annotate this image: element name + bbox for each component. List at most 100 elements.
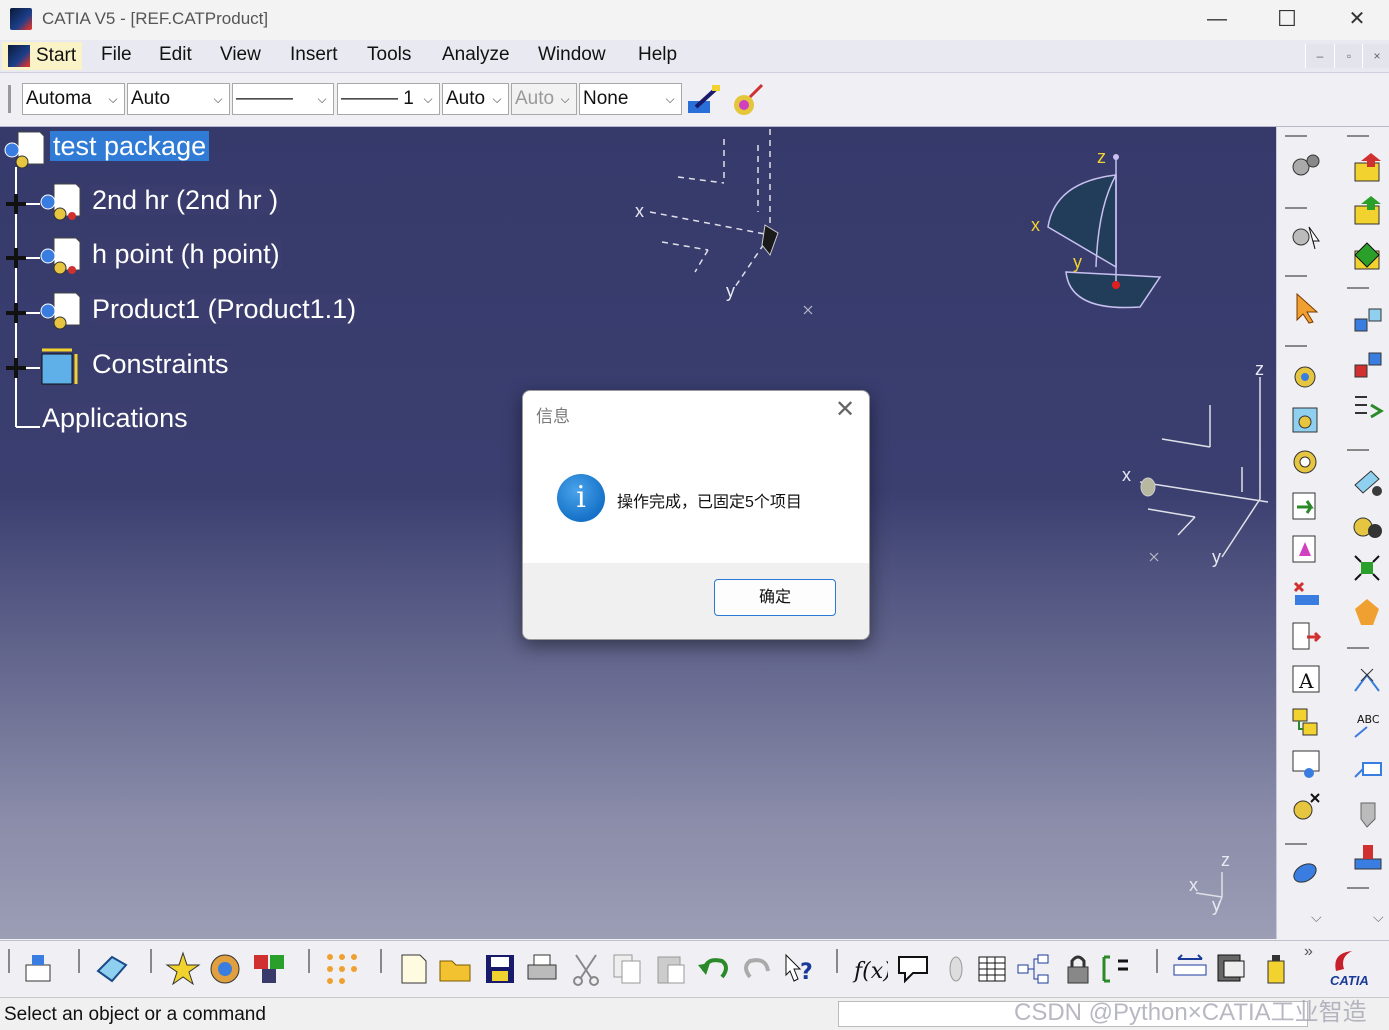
snap-icon[interactable] [1351,391,1385,425]
redo-icon[interactable] [740,951,776,987]
numbering-icon[interactable] [1289,619,1323,653]
menu-help[interactable]: Help [638,44,677,66]
doc-close-button[interactable]: × [1362,44,1389,68]
product-gears-icon[interactable] [1289,359,1323,393]
copy-icon[interactable] [610,951,646,987]
menu-insert[interactable]: Insert [290,44,338,66]
axis-label-y: y [726,281,735,301]
cut-icon[interactable] [568,951,604,987]
dialog-ok-button[interactable]: 确定 [714,579,836,616]
knowledge-advisor-icon[interactable] [895,951,931,987]
fix-component-icon[interactable] [1351,552,1385,586]
axis-label-x: x [1122,465,1131,485]
insert-product-icon[interactable] [1351,194,1385,228]
line-weight-combo[interactable]: ——— 1 ⌵ [337,83,440,115]
compass-gizmo [1047,154,1162,309]
svg-text:A: A [1298,669,1314,693]
measure-between-icon[interactable] [1172,951,1208,987]
color-cubes-icon[interactable] [252,951,288,987]
window-title: CATIA V5 - [REF.CATProduct] [42,9,269,28]
contact-constraint-icon[interactable] [1351,595,1385,629]
existing-component-icon[interactable] [1289,489,1323,523]
save-icon[interactable] [482,951,518,987]
select-arrow-icon[interactable] [1291,290,1325,324]
axis-label-y: y [1212,895,1221,915]
transparency-combo[interactable]: Auto ⌵ [127,83,230,115]
point-type-combo[interactable]: Auto ⌵ [442,83,509,115]
help-whats-this-icon[interactable]: ? [782,951,818,987]
undo-icon[interactable] [696,951,732,987]
lock-icon[interactable] [1060,951,1096,987]
generate-numbering-icon[interactable] [1289,790,1323,824]
maximize-button[interactable]: ☐ [1252,0,1322,40]
minimize-button[interactable]: — [1182,0,1252,40]
measure-item-icon[interactable] [1214,951,1250,987]
layer-combo[interactable]: None ⌵ [579,83,682,115]
render-sphere-icon[interactable] [207,951,243,987]
toolbar-grip[interactable] [8,85,11,113]
color-combo[interactable]: Automa ⌵ [22,83,125,115]
bolt-icon[interactable] [1351,797,1385,831]
open-folder-icon[interactable] [438,951,474,987]
workbench-icon[interactable] [22,951,58,987]
menu-file[interactable]: File [101,44,132,66]
toolbar-more-icon[interactable]: » [1304,943,1313,961]
menu-analyze[interactable]: Analyze [442,44,510,66]
paste-icon[interactable] [654,951,690,987]
measure-inertia-icon[interactable] [1258,951,1294,987]
star-product-icon[interactable] [165,951,201,987]
angle-constraint-icon[interactable] [1351,665,1385,699]
menu-edit[interactable]: Edit [159,44,192,66]
clash-icon[interactable] [1289,855,1323,889]
dialog-close-button[interactable]: ✕ [833,397,857,423]
svg-text:ABC: ABC [1357,713,1380,726]
doc-minimize-button[interactable]: – [1305,44,1334,68]
light-icon[interactable] [938,951,974,987]
reaction-icon[interactable] [1100,951,1136,987]
tree-structure-icon[interactable] [1016,951,1052,987]
axis-system-2 [1139,377,1269,558]
grid-pattern-icon[interactable] [324,951,360,987]
formula-icon[interactable]: f(x) [852,951,888,987]
close-button[interactable]: ✕ [1322,0,1389,40]
component-icon[interactable] [1289,402,1323,436]
axis-label-z: z [1221,850,1230,870]
line-type-combo[interactable]: ——— ⌵ [232,83,334,115]
svg-text:f(x): f(x) [852,959,888,984]
menu-start[interactable]: Start [2,42,83,70]
doc-restore-button[interactable]: ▫ [1334,44,1363,68]
bill-of-material-icon[interactable] [1289,705,1323,739]
manipulate-icon[interactable] [1289,219,1323,253]
info-icon: i [557,474,605,522]
scroll-down-icon[interactable]: ⌵ [1373,909,1384,926]
flexible-rigid-icon[interactable] [1351,465,1385,499]
insert-new-component-icon[interactable] [1351,151,1385,185]
text-annotation-icon[interactable]: A [1289,662,1323,696]
scenes-icon[interactable] [1289,747,1323,781]
replace-component-icon[interactable] [1289,532,1323,566]
manipulation-icon[interactable] [1351,349,1385,383]
gears-icon[interactable] [1289,149,1323,183]
axis-system-1 [649,129,771,288]
menu-bar: Start File Edit View Insert Tools Analyz… [0,40,1389,73]
offset-constraint-icon[interactable]: ABC [1351,709,1385,743]
menu-view[interactable]: View [220,44,261,66]
scroll-down-icon[interactable]: ⌵ [1311,909,1322,926]
part-gears-icon[interactable] [1289,444,1323,478]
graphic-properties-toolbar: Automa ⌵ Auto ⌵ ——— ⌵ ——— 1 ⌵ Auto ⌵ Auto ⌵ No… [0,73,1389,128]
new-file-icon[interactable] [396,951,432,987]
insert-part-icon[interactable] [1351,239,1385,273]
stamp-icon[interactable] [1351,839,1385,873]
design-table-icon[interactable] [975,951,1011,987]
reorder-icon[interactable] [1289,577,1323,611]
compass-label-z: z [1097,147,1106,167]
menu-tools[interactable]: Tools [367,44,411,66]
menu-window[interactable]: Window [538,44,606,66]
painter-icon[interactable] [686,83,722,117]
print-icon[interactable] [524,951,560,987]
exploded-view-icon[interactable] [1351,305,1385,339]
fix-together-icon[interactable] [1351,509,1385,543]
coincidence-constraint-icon[interactable] [1351,753,1385,787]
sketch-plane-icon[interactable] [94,951,130,987]
properties-brush-icon[interactable] [730,83,766,117]
